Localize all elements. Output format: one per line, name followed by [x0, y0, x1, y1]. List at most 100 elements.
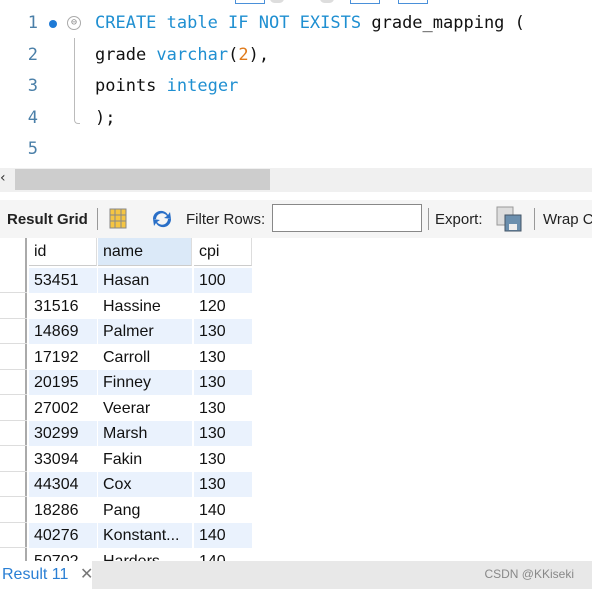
tab-result-11[interactable]: Result 11 ✕ — [0, 561, 93, 589]
code-line[interactable]: 1 CREATE table IF NOT EXISTS grade_mappin… — [0, 8, 592, 39]
divider — [534, 208, 535, 230]
grid-layout-icon[interactable] — [108, 208, 128, 230]
toolbar-button[interactable] — [398, 0, 428, 4]
cell-cpi[interactable]: 130 — [194, 447, 252, 472]
table-row[interactable]: 27002 Veerar 130 — [0, 396, 592, 421]
row-header[interactable] — [0, 294, 27, 319]
refresh-icon[interactable] — [150, 209, 174, 229]
table-row[interactable]: 14869 Palmer 130 — [0, 319, 592, 344]
cell-cpi[interactable]: 140 — [194, 498, 252, 523]
wrap-cell-toggle[interactable]: Wrap C — [543, 211, 592, 228]
sql-editor[interactable]: ⊖ 1 CREATE table IF NOT EXISTS grade_mapp… — [0, 8, 592, 168]
row-header[interactable] — [0, 370, 27, 395]
cell-id[interactable]: 44304 — [29, 472, 97, 497]
line-number: 3 — [27, 76, 38, 96]
cell-name[interactable]: Cox — [98, 472, 192, 497]
row-header[interactable] — [0, 549, 27, 562]
code-token: grade — [95, 44, 157, 65]
column-header-id[interactable]: id — [29, 238, 97, 266]
cell-id[interactable]: 27002 — [29, 396, 97, 421]
horizontal-scrollbar[interactable]: ‹ — [0, 168, 592, 192]
row-header[interactable] — [0, 319, 27, 344]
cell-cpi[interactable]: 140 — [194, 523, 252, 548]
filter-rows-input[interactable] — [272, 204, 422, 232]
cell-id[interactable]: 17192 — [29, 345, 97, 370]
cell-cpi[interactable]: 140 — [194, 549, 252, 562]
cell-id[interactable]: 40276 — [29, 523, 97, 548]
row-header[interactable] — [0, 396, 27, 421]
cell-name[interactable]: Carroll — [98, 345, 192, 370]
toolbar-button[interactable] — [350, 0, 380, 4]
row-header[interactable] — [0, 345, 27, 370]
cell-cpi[interactable]: 130 — [194, 319, 252, 344]
column-header-cpi[interactable]: cpi — [194, 238, 252, 266]
result-tabs-bar: Result 11 ✕ CSDN @KKiseki — [0, 561, 592, 589]
row-header[interactable] — [0, 447, 27, 472]
code-line[interactable]: 3 points integer — [0, 71, 592, 102]
watermark: CSDN @KKiseki — [484, 567, 574, 581]
cell-name[interactable]: Pang — [98, 498, 192, 523]
code-text: grade varchar(2), — [95, 40, 269, 71]
cell-cpi[interactable]: 130 — [194, 421, 252, 446]
table-row[interactable]: 50702 Harders 140 — [0, 549, 592, 562]
column-header-name[interactable]: name — [98, 238, 192, 266]
row-header[interactable] — [0, 498, 27, 523]
line-number: 1 — [27, 13, 38, 33]
row-header[interactable] — [0, 523, 27, 548]
code-line[interactable]: 2 grade varchar(2), — [0, 40, 592, 71]
scrollbar-thumb[interactable] — [15, 169, 270, 190]
table-row[interactable]: 33094 Fakin 130 — [0, 447, 592, 472]
table-row[interactable]: 18286 Pang 140 — [0, 498, 592, 523]
cell-name[interactable]: Hassine — [98, 294, 192, 319]
cell-name[interactable]: Veerar — [98, 396, 192, 421]
cell-id[interactable]: 31516 — [29, 294, 97, 319]
toolbar-button[interactable] — [235, 0, 265, 4]
cell-id[interactable]: 50702 — [29, 549, 97, 562]
divider — [97, 208, 98, 230]
cell-cpi[interactable]: 130 — [194, 472, 252, 497]
divider — [428, 208, 429, 230]
code-text: ); — [95, 103, 115, 134]
cell-cpi[interactable]: 130 — [194, 396, 252, 421]
row-header[interactable] — [0, 268, 27, 293]
table-row[interactable]: 53451 Hasan 100 — [0, 268, 592, 293]
cell-cpi[interactable]: 100 — [194, 268, 252, 293]
cell-id[interactable]: 30299 — [29, 421, 97, 446]
filter-rows-label: Filter Rows: — [186, 211, 266, 228]
toolbar-icon[interactable] — [270, 0, 284, 3]
cell-cpi[interactable]: 130 — [194, 370, 252, 395]
cell-id[interactable]: 14869 — [29, 319, 97, 344]
cell-cpi[interactable]: 120 — [194, 294, 252, 319]
cell-id[interactable]: 33094 — [29, 447, 97, 472]
line-number: 4 — [27, 107, 38, 128]
table-row[interactable]: 30299 Marsh 130 — [0, 421, 592, 446]
result-grid: id name cpi 53451 Hasan 100 31516 Hassine 120 148… — [0, 238, 592, 561]
cell-name[interactable]: Hasan — [98, 268, 192, 293]
table-row[interactable]: 44304 Cox 130 — [0, 472, 592, 497]
toolbar-icon[interactable] — [320, 0, 334, 3]
cell-name[interactable]: Finney — [98, 370, 192, 395]
cell-id[interactable]: 20195 — [29, 370, 97, 395]
table-row[interactable]: 20195 Finney 130 — [0, 370, 592, 395]
row-header[interactable] — [0, 472, 27, 497]
cell-name[interactable]: Harders — [98, 549, 192, 562]
scroll-left-icon[interactable]: ‹ — [0, 170, 6, 186]
cell-name[interactable]: Palmer — [98, 319, 192, 344]
table-row[interactable]: 40276 Konstant... 140 — [0, 523, 592, 548]
row-header[interactable] — [0, 421, 27, 446]
cell-name[interactable]: Konstant... — [98, 523, 192, 548]
table-row[interactable]: 31516 Hassine 120 — [0, 294, 592, 319]
cell-cpi[interactable]: 130 — [194, 345, 252, 370]
code-line[interactable]: 4); — [0, 103, 592, 134]
cell-name[interactable]: Marsh — [98, 421, 192, 446]
code-line[interactable]: 5 — [0, 134, 592, 165]
result-grid-button[interactable]: Result Grid — [7, 211, 88, 228]
close-icon[interactable]: ✕ — [80, 561, 93, 589]
code-token: grade_mapping ( — [371, 13, 525, 33]
table-row[interactable]: 17192 Carroll 130 — [0, 345, 592, 370]
cell-id[interactable]: 18286 — [29, 498, 97, 523]
export-icon[interactable] — [496, 206, 524, 232]
cell-id[interactable]: 53451 — [29, 268, 97, 293]
cell-name[interactable]: Fakin — [98, 447, 192, 472]
code-text: CREATE table IF NOT EXISTS grade_mapping… — [95, 8, 525, 39]
